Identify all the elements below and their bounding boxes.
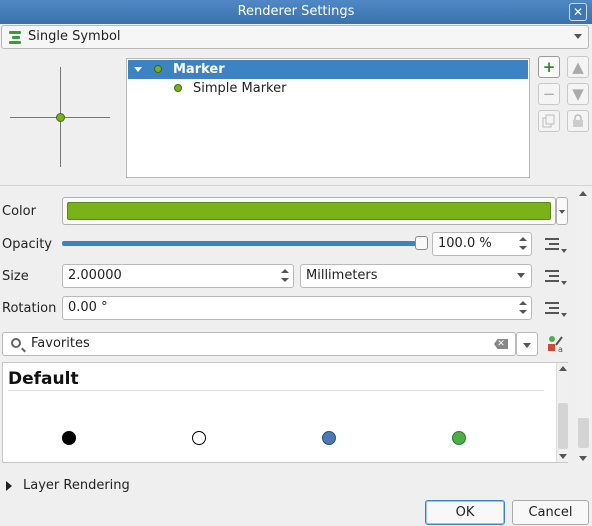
close-icon[interactable]: ✕: [569, 3, 587, 21]
opacity-value: 100.0 %: [438, 236, 492, 251]
expand-arrow-icon[interactable]: [134, 67, 142, 72]
cancel-button[interactable]: Cancel: [512, 500, 589, 525]
chevron-down-icon: [574, 34, 582, 39]
data-defined-icon: [545, 302, 559, 317]
color-button[interactable]: [62, 197, 556, 225]
color-swatch: [67, 202, 551, 220]
renderer-type-dropdown[interactable]: Single Symbol: [1, 25, 589, 49]
duplicate-layer-button[interactable]: [538, 110, 560, 132]
svg-text:a: a: [558, 345, 563, 354]
data-defined-icon: [545, 270, 559, 285]
tree-item-label: Simple Marker: [193, 81, 287, 96]
lock-layer-button[interactable]: [567, 110, 589, 132]
opacity-data-defined-button[interactable]: [541, 234, 569, 256]
group-divider: [8, 390, 544, 391]
scrollbar-thumb[interactable]: [558, 403, 568, 449]
rotation-spinbox[interactable]: 0.00 °: [62, 296, 532, 320]
scroll-down-icon[interactable]: [559, 454, 567, 459]
symbol-search-input[interactable]: Favorites ✕: [2, 332, 516, 356]
single-symbol-icon: [9, 31, 21, 44]
size-unit-dropdown[interactable]: Millimeters: [300, 264, 532, 288]
opacity-label: Opacity: [2, 237, 53, 252]
title-bar: Renderer Settings ✕: [0, 0, 592, 24]
rotation-label: Rotation: [2, 301, 57, 316]
data-defined-icon: [545, 238, 559, 253]
symbol-green-circle[interactable]: [452, 431, 466, 445]
symbol-blue-circle[interactable]: [322, 431, 336, 445]
scroll-up-icon[interactable]: [559, 366, 567, 371]
clear-icon[interactable]: ✕: [494, 339, 508, 349]
opacity-spinbox[interactable]: 100.0 %: [432, 232, 532, 256]
scrollbar-thumb[interactable]: [578, 418, 589, 448]
marker-dot-icon: [154, 65, 162, 73]
spin-arrows-icon[interactable]: [281, 268, 289, 284]
tree-item-simple-marker[interactable]: Simple Marker: [128, 79, 528, 98]
simple-marker-dot-icon: [174, 84, 182, 92]
opacity-slider-handle[interactable]: [415, 236, 428, 250]
divider: [0, 185, 592, 186]
scroll-up-icon[interactable]: [579, 191, 587, 196]
style-manager-icon: a: [548, 336, 563, 354]
expand-arrow-icon[interactable]: [6, 481, 12, 491]
spin-arrows-icon[interactable]: [519, 300, 527, 316]
color-menu-button[interactable]: [556, 197, 568, 225]
layer-rendering-label: Layer Rendering: [23, 478, 130, 493]
panel-scrollbar[interactable]: [577, 188, 590, 464]
scroll-down-icon[interactable]: [579, 456, 587, 461]
spin-arrows-icon[interactable]: [519, 236, 527, 252]
opacity-slider-track[interactable]: [62, 241, 424, 246]
chevron-down-icon: [517, 273, 525, 278]
search-value: Favorites: [31, 336, 90, 351]
symbol-gallery: Default: [2, 362, 568, 463]
style-manager-button[interactable]: a: [546, 334, 566, 354]
symbol-layer-tree[interactable]: Marker Simple Marker: [126, 58, 530, 178]
tree-item-marker[interactable]: Marker: [128, 60, 528, 79]
symbol-preview: [8, 65, 112, 169]
move-down-button[interactable]: ▼: [567, 83, 589, 105]
symbol-black-circle[interactable]: [62, 431, 76, 445]
size-unit-value: Millimeters: [306, 268, 378, 283]
gallery-scrollbar[interactable]: [556, 363, 568, 462]
search-icon: [11, 338, 21, 348]
window-title: Renderer Settings: [237, 4, 355, 19]
add-layer-button[interactable]: +: [538, 56, 560, 78]
group-heading: Default: [8, 369, 79, 389]
color-label: Color: [2, 204, 36, 219]
size-label: Size: [2, 269, 29, 284]
renderer-type-label: Single Symbol: [28, 29, 121, 44]
preview-marker: [56, 113, 65, 122]
chevron-down-icon: [559, 210, 565, 214]
size-data-defined-button[interactable]: [541, 266, 569, 288]
lock-icon: [573, 114, 583, 127]
duplicate-icon: [542, 114, 555, 128]
remove-layer-button[interactable]: −: [538, 83, 560, 105]
move-up-button[interactable]: ▲: [567, 56, 589, 78]
chevron-down-icon: [523, 343, 531, 348]
search-dropdown-button[interactable]: [516, 332, 538, 356]
ok-button[interactable]: OK: [425, 500, 505, 525]
rotation-value: 0.00 °: [68, 300, 108, 315]
size-value: 2.00000: [68, 268, 122, 283]
tree-item-label: Marker: [173, 62, 225, 77]
symbol-white-circle[interactable]: [192, 431, 206, 445]
size-spinbox[interactable]: 2.00000: [62, 264, 294, 288]
rotation-data-defined-button[interactable]: [541, 298, 569, 320]
